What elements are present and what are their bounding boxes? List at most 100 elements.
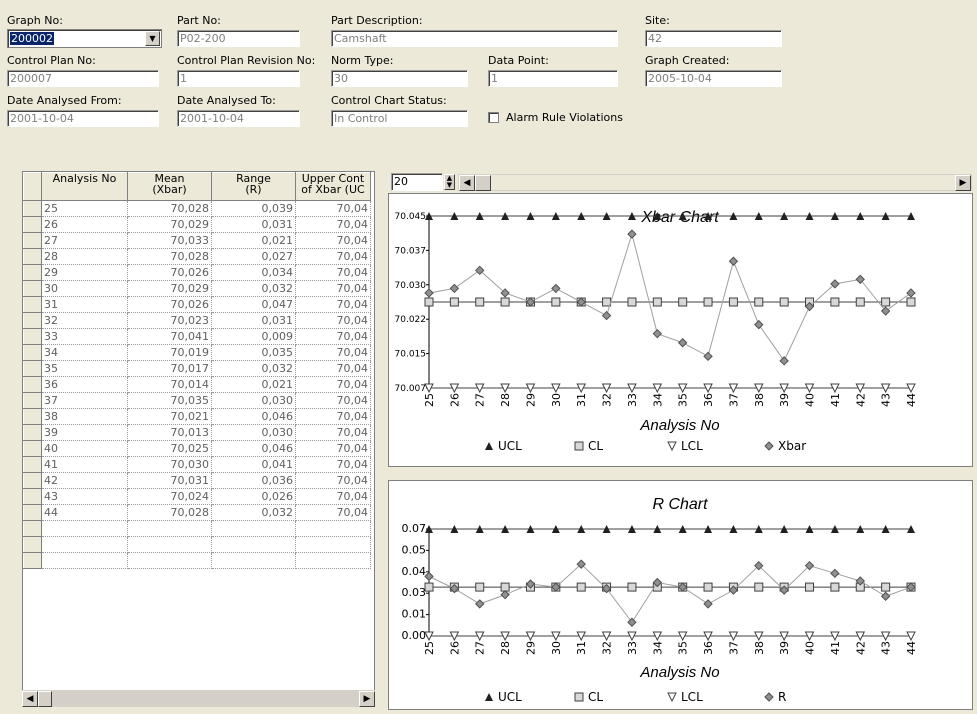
- table-cell[interactable]: [41, 520, 128, 537]
- table-row[interactable]: 35 70,017 0,032 70,04: [23, 360, 371, 377]
- table-cell[interactable]: 70,014: [127, 376, 212, 393]
- row-header[interactable]: [23, 232, 42, 249]
- table-cell[interactable]: 26: [41, 216, 128, 233]
- table-cell[interactable]: 0,021: [211, 232, 296, 249]
- table-cell[interactable]: 0,046: [211, 440, 296, 457]
- table-cell[interactable]: 70,04: [295, 248, 371, 265]
- table-cell[interactable]: 70,04: [295, 232, 371, 249]
- table-cell[interactable]: 37: [41, 392, 128, 409]
- table-cell[interactable]: 70,026: [127, 296, 212, 313]
- table-cell[interactable]: 0,027: [211, 248, 296, 265]
- table-cell[interactable]: 27: [41, 232, 128, 249]
- table-cell[interactable]: 0,035: [211, 344, 296, 361]
- table-cell[interactable]: 0,030: [211, 392, 296, 409]
- table-cell[interactable]: 40: [41, 440, 128, 457]
- table-cell[interactable]: 0,041: [211, 456, 296, 473]
- chart-scroll-left-icon[interactable]: ◀: [459, 175, 475, 191]
- cp-revision-field[interactable]: 1: [177, 70, 300, 87]
- table-cell[interactable]: 0,047: [211, 296, 296, 313]
- table-cell[interactable]: 70,021: [127, 408, 212, 425]
- table-cell[interactable]: 32: [41, 312, 128, 329]
- row-header[interactable]: [23, 392, 42, 409]
- table-cell[interactable]: 70,04: [295, 264, 371, 281]
- table-row[interactable]: 36 70,014 0,021 70,04: [23, 376, 371, 393]
- table-row[interactable]: 29 70,026 0,034 70,04: [23, 264, 371, 281]
- table-cell[interactable]: 42: [41, 472, 128, 489]
- part-no-field[interactable]: P02-200: [177, 30, 300, 47]
- table-row[interactable]: 39 70,013 0,030 70,04: [23, 424, 371, 441]
- table-cell[interactable]: 70,017: [127, 360, 212, 377]
- date-to-field[interactable]: 2001-10-04: [177, 110, 300, 127]
- table-row[interactable]: 27 70,033 0,021 70,04: [23, 232, 371, 249]
- table-cell[interactable]: 70,025: [127, 440, 212, 457]
- table-cell[interactable]: 70,029: [127, 216, 212, 233]
- table-cell[interactable]: 70,04: [295, 328, 371, 345]
- table-row[interactable]: 37 70,035 0,030 70,04: [23, 392, 371, 409]
- table-cell[interactable]: 70,028: [127, 504, 212, 521]
- analysis-grid[interactable]: Analysis No Mean (Xbar) Range (R) Upper Co…: [22, 171, 375, 707]
- graph-no-combobox[interactable]: 200002 ▼: [7, 29, 162, 48]
- column-header-mean[interactable]: Mean (Xbar): [127, 172, 212, 201]
- table-row[interactable]: 41 70,030 0,041 70,04: [23, 456, 371, 473]
- chart-scroll-thumb[interactable]: [475, 175, 491, 191]
- table-cell[interactable]: 0,021: [211, 376, 296, 393]
- table-cell[interactable]: 70,04: [295, 456, 371, 473]
- table-cell[interactable]: [23, 520, 42, 537]
- table-cell[interactable]: [211, 536, 296, 553]
- dropdown-arrow-icon[interactable]: ▼: [145, 31, 160, 46]
- table-cell[interactable]: 70,04: [295, 392, 371, 409]
- empty-row[interactable]: [23, 552, 371, 569]
- table-cell[interactable]: 70,04: [295, 488, 371, 505]
- table-cell[interactable]: 70,031: [127, 472, 212, 489]
- table-cell[interactable]: [211, 520, 296, 537]
- points-spin-field[interactable]: 20: [391, 173, 443, 191]
- table-cell[interactable]: 70,033: [127, 232, 212, 249]
- table-cell[interactable]: 0,009: [211, 328, 296, 345]
- table-cell[interactable]: 0,036: [211, 472, 296, 489]
- table-cell[interactable]: 35: [41, 360, 128, 377]
- row-header[interactable]: [23, 360, 42, 377]
- table-cell[interactable]: 39: [41, 424, 128, 441]
- row-header[interactable]: [23, 280, 42, 297]
- row-header[interactable]: [23, 440, 42, 457]
- chart-scroll-right-icon[interactable]: ▶: [955, 175, 971, 191]
- scroll-left-icon[interactable]: ◀: [22, 691, 38, 707]
- table-cell[interactable]: 38: [41, 408, 128, 425]
- table-cell[interactable]: 70,04: [295, 360, 371, 377]
- table-cell[interactable]: [127, 536, 212, 553]
- table-row[interactable]: 30 70,029 0,032 70,04: [23, 280, 371, 297]
- table-cell[interactable]: 0,032: [211, 504, 296, 521]
- table-cell[interactable]: [295, 536, 371, 553]
- row-header[interactable]: [23, 456, 42, 473]
- table-cell[interactable]: 0,046: [211, 408, 296, 425]
- table-cell[interactable]: 0,031: [211, 312, 296, 329]
- row-header[interactable]: [23, 200, 42, 217]
- table-cell[interactable]: 28: [41, 248, 128, 265]
- table-cell[interactable]: [23, 536, 42, 553]
- row-header[interactable]: [23, 296, 42, 313]
- table-cell[interactable]: 29: [41, 264, 128, 281]
- row-header[interactable]: [23, 344, 42, 361]
- table-cell[interactable]: 70,019: [127, 344, 212, 361]
- table-cell[interactable]: [23, 552, 42, 569]
- table-cell[interactable]: 0,034: [211, 264, 296, 281]
- site-field[interactable]: 42: [645, 30, 782, 47]
- column-header-range[interactable]: Range (R): [211, 172, 296, 201]
- table-cell[interactable]: 0,039: [211, 200, 296, 217]
- row-header[interactable]: [23, 472, 42, 489]
- table-cell[interactable]: 41: [41, 456, 128, 473]
- table-row[interactable]: 38 70,021 0,046 70,04: [23, 408, 371, 425]
- row-header[interactable]: [23, 248, 42, 265]
- table-row[interactable]: 43 70,024 0,026 70,04: [23, 488, 371, 505]
- table-row[interactable]: 25 70,028 0,039 70,04: [23, 200, 371, 217]
- table-row[interactable]: 44 70,028 0,032 70,04: [23, 504, 371, 521]
- table-cell[interactable]: 70,04: [295, 376, 371, 393]
- table-row[interactable]: 32 70,023 0,031 70,04: [23, 312, 371, 329]
- table-cell[interactable]: [127, 552, 212, 569]
- table-cell[interactable]: 70,023: [127, 312, 212, 329]
- table-cell[interactable]: 70,026: [127, 264, 212, 281]
- empty-row[interactable]: [23, 536, 371, 553]
- table-cell[interactable]: 70,04: [295, 408, 371, 425]
- data-point-field[interactable]: 1: [488, 70, 618, 87]
- column-header-ucl[interactable]: Upper Cont of Xbar (UC: [295, 172, 371, 201]
